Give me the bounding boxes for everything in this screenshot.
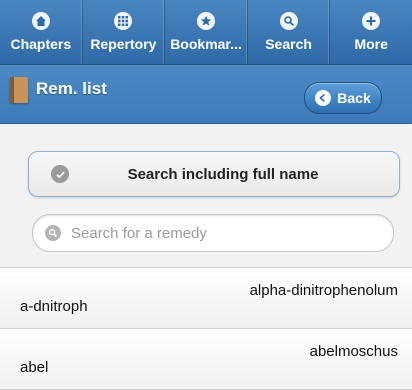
list-item[interactable]: abel abelmoschus	[0, 329, 412, 390]
remedy-search-input[interactable]	[69, 223, 393, 243]
remedy-abbreviation: a-dnitroph	[20, 298, 88, 315]
tab-more[interactable]: More	[330, 0, 412, 64]
tab-bookmarks[interactable]: Bookmar...	[165, 0, 248, 64]
full-name-search-label: Search including full name	[127, 165, 319, 183]
page-title: Rem. list	[36, 79, 107, 98]
check-icon	[51, 165, 69, 183]
tab-search[interactable]: Search	[248, 0, 331, 64]
remedy-list: a-dnitroph alpha-dinitrophenolum abel ab…	[0, 267, 412, 390]
grid-icon	[114, 12, 133, 30]
search-icon	[279, 12, 298, 30]
list-item[interactable]: a-dnitroph alpha-dinitrophenolum	[0, 268, 412, 329]
home-icon	[31, 12, 50, 30]
book-icon	[10, 77, 28, 103]
tab-chapters[interactable]: Chapters	[0, 0, 83, 64]
tab-more-label: More	[354, 36, 388, 52]
star-icon	[196, 12, 215, 30]
tab-bookmarks-label: Bookmar...	[170, 36, 242, 52]
remedy-search-box[interactable]	[32, 214, 394, 252]
remedy-full-name: alpha-dinitrophenolum	[249, 282, 398, 299]
remedy-abbreviation: abel	[20, 359, 49, 376]
tab-repertory[interactable]: Repertory	[83, 0, 166, 64]
remedy-full-name: abelmoschus	[309, 343, 398, 360]
tab-search-label: Search	[265, 36, 312, 52]
plus-icon	[362, 12, 381, 30]
back-arrow-icon	[315, 90, 332, 106]
search-icon	[45, 225, 61, 241]
full-name-search-toggle[interactable]: Search including full name	[28, 151, 400, 197]
back-button[interactable]: Back	[304, 82, 382, 114]
back-button-label: Back	[337, 90, 371, 106]
tab-chapters-label: Chapters	[10, 36, 72, 52]
tab-repertory-label: Repertory	[90, 36, 157, 52]
top-navigation-bar: Chapters Repertory Bookmar... Search Mor…	[0, 0, 412, 65]
content-area: Search including full name a-dnitroph al…	[0, 124, 412, 390]
